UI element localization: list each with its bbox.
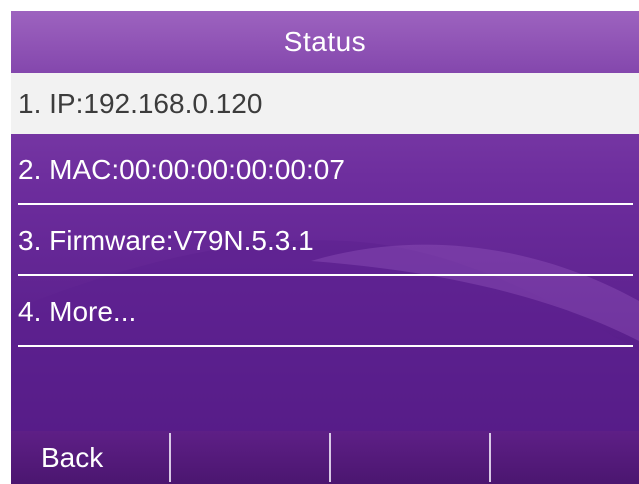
softkey-back-button[interactable]: Back [11, 431, 171, 484]
softkey-4-button[interactable] [491, 431, 639, 484]
menu-item-label: 2. MAC:00:00:00:00:00:07 [18, 153, 345, 185]
softkey-2-button[interactable] [171, 431, 331, 484]
menu-item-firmware[interactable]: 3. Firmware:V79N.5.3.1 [11, 205, 639, 276]
menu-item-label: 1. IP:192.168.0.120 [18, 87, 263, 119]
softkey-label: Back [41, 441, 104, 473]
phone-screen: Status 1. IP:192.168.0.120 2. MAC:00:00:… [11, 11, 639, 484]
softkey-3-button[interactable] [331, 431, 491, 484]
menu-item-more[interactable]: 4. More... [11, 276, 639, 347]
title-bar: Status [11, 11, 639, 73]
menu-item-label: 3. Firmware:V79N.5.3.1 [18, 224, 314, 256]
menu-item-ip[interactable]: 1. IP:192.168.0.120 [11, 73, 639, 134]
menu-item-mac[interactable]: 2. MAC:00:00:00:00:00:07 [11, 134, 639, 205]
softkey-bar: Back [11, 431, 639, 484]
menu-item-label: 4. More... [18, 295, 137, 327]
page-title: Status [283, 26, 367, 57]
row-divider [18, 345, 633, 347]
status-menu: 1. IP:192.168.0.120 2. MAC:00:00:00:00:0… [11, 73, 639, 347]
